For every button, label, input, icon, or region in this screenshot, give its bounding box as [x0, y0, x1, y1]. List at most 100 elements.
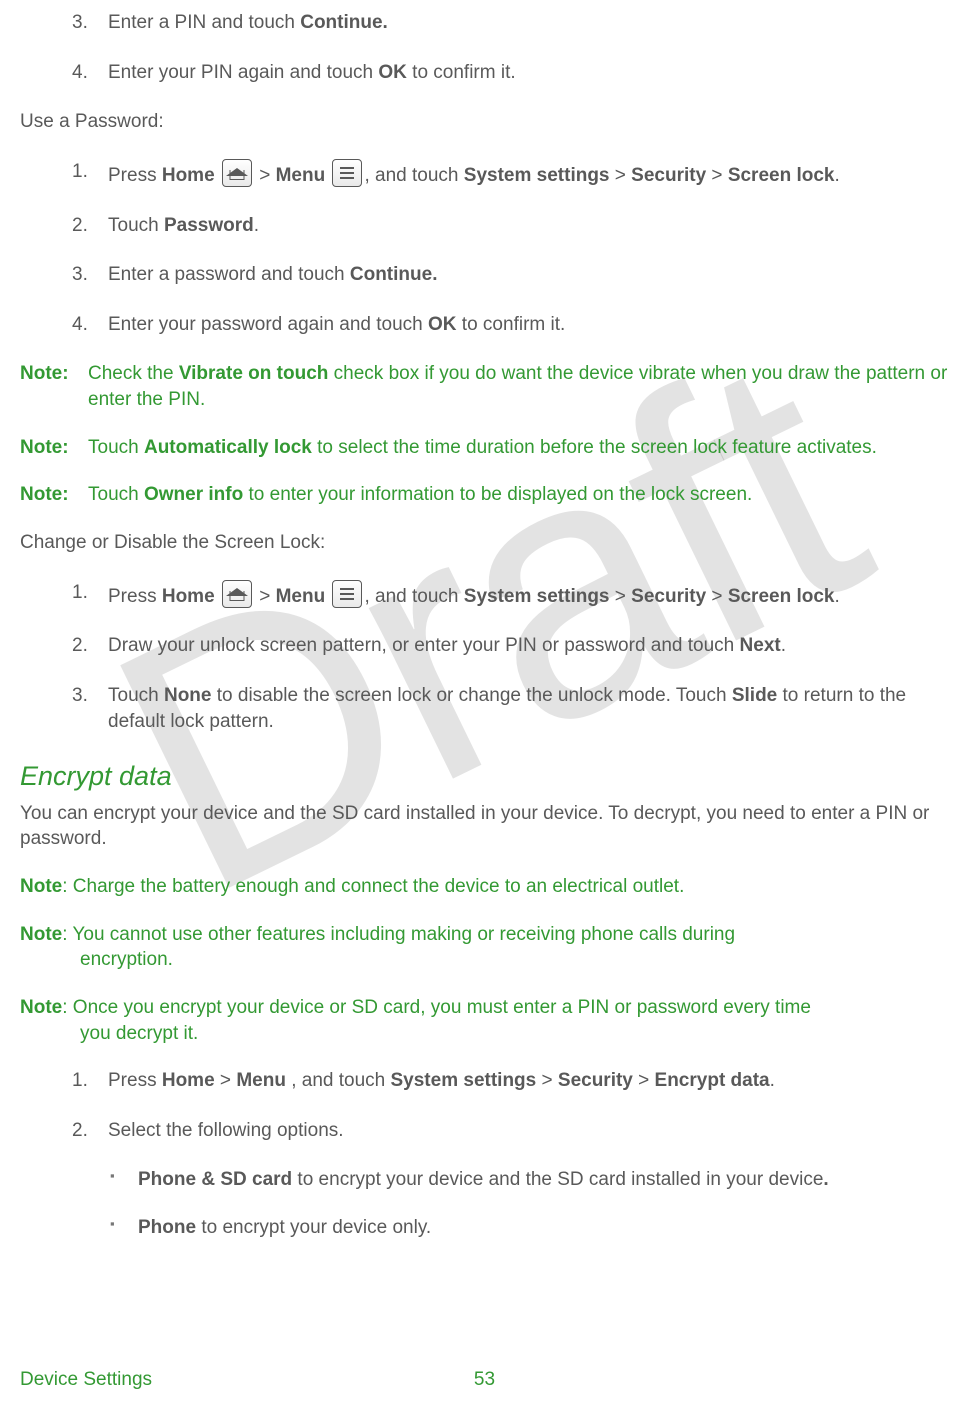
text: you decrypt it.	[20, 1021, 949, 1047]
bold-text: Vibrate on touch	[179, 363, 329, 384]
pin-steps-continued: 3. Enter a PIN and touch Continue. 4. En…	[20, 10, 949, 85]
home-icon	[222, 580, 252, 608]
bold-text: Security	[631, 165, 706, 186]
step-number: 4.	[72, 312, 88, 338]
text: Enter a password and touch	[108, 264, 350, 285]
text: to encrypt your device only.	[196, 1217, 431, 1238]
list-item: 3. Enter a password and touch Continue.	[72, 262, 949, 288]
step-number: 1.	[72, 159, 88, 185]
note: Note: Touch Owner info to enter your inf…	[20, 482, 949, 508]
text: >	[610, 586, 632, 607]
bold-text: System settings	[464, 586, 610, 607]
bold-text: Home	[162, 1070, 215, 1091]
step-number: 4.	[72, 60, 88, 86]
text: >	[536, 1070, 558, 1091]
text: .	[834, 165, 839, 186]
text: : You cannot use other features includin…	[62, 924, 735, 945]
text: Check the	[88, 363, 179, 384]
menu-icon	[332, 580, 362, 608]
text: to select the time duration before the s…	[312, 437, 877, 458]
list-item: 1. Press Home > Menu , and touch System …	[72, 580, 949, 610]
page-footer: Device Settings 53	[20, 1367, 949, 1393]
bold-text: Home	[162, 586, 215, 607]
text: >	[706, 165, 728, 186]
text: Enter a PIN and touch	[108, 12, 300, 33]
step-number: 3.	[72, 262, 88, 288]
text: Press	[108, 1070, 162, 1091]
change-steps: 1. Press Home > Menu , and touch System …	[20, 580, 949, 735]
text: encryption.	[20, 947, 949, 973]
step-number: 1.	[72, 1068, 88, 1094]
bold-text: None	[164, 685, 212, 706]
bold-text: Slide	[732, 685, 777, 706]
page-content: 3. Enter a PIN and touch Continue. 4. En…	[20, 10, 949, 1241]
text: Enter your password again and touch	[108, 314, 428, 335]
text: to encrypt your device and the SD card i…	[292, 1169, 823, 1190]
encrypt-steps: 1. Press Home > Menu , and touch System …	[20, 1068, 949, 1143]
note-body: Check the Vibrate on touch check box if …	[84, 361, 949, 412]
bold-text: Security	[631, 586, 706, 607]
note-label: Note	[20, 997, 62, 1018]
text: , and touch	[364, 165, 463, 186]
note: Note: Check the Vibrate on touch check b…	[20, 361, 949, 412]
text: Touch	[88, 484, 144, 505]
text: to confirm it.	[457, 314, 566, 335]
bold-text: OK	[428, 314, 457, 335]
password-steps: 1. Press Home > Menu , and touch System …	[20, 159, 949, 338]
list-item: 3. Touch None to disable the screen lock…	[72, 683, 949, 734]
footer-page-number: 53	[474, 1367, 495, 1393]
list-item: Phone & SD card to encrypt your device a…	[110, 1167, 949, 1193]
bold-text: Menu	[236, 1070, 286, 1091]
bold-text: Security	[558, 1070, 633, 1091]
note: Note: Charge the battery enough and conn…	[20, 874, 949, 900]
bold-text: Menu	[276, 586, 326, 607]
list-item: 4. Enter your PIN again and touch OK to …	[72, 60, 949, 86]
note-label: Note:	[20, 482, 84, 508]
menu-icon	[332, 159, 362, 187]
text: Touch	[88, 437, 144, 458]
bold-text: .	[823, 1169, 828, 1190]
list-item: 2. Draw your unlock screen pattern, or e…	[72, 633, 949, 659]
text: to confirm it.	[407, 62, 516, 83]
note-label: Note	[20, 876, 62, 897]
text: : Once you encrypt your device or SD car…	[62, 997, 811, 1018]
note: Note: Once you encrypt your device or SD…	[20, 995, 949, 1046]
list-item: Phone to encrypt your device only.	[110, 1215, 949, 1241]
bold-text: System settings	[464, 165, 610, 186]
step-number: 2.	[72, 213, 88, 239]
text: Enter your PIN again and touch	[108, 62, 378, 83]
text: .	[834, 586, 839, 607]
bold-text: Encrypt data	[655, 1070, 770, 1091]
text: .	[770, 1070, 775, 1091]
paragraph: You can encrypt your device and the SD c…	[20, 801, 949, 852]
list-item: 2. Select the following options.	[72, 1118, 949, 1144]
text: Touch	[108, 215, 164, 236]
note-label: Note	[20, 924, 62, 945]
text: Touch	[108, 685, 164, 706]
text: Press	[108, 165, 162, 186]
list-item: 1. Press Home > Menu , and touch System …	[72, 159, 949, 189]
text: Select the following options.	[108, 1120, 344, 1141]
text: Draw your unlock screen pattern, or ente…	[108, 635, 740, 656]
section-heading: Encrypt data	[20, 758, 949, 794]
note: Note: Touch Automatically lock to select…	[20, 435, 949, 461]
text: , and touch	[286, 1070, 391, 1091]
text: >	[610, 165, 632, 186]
step-number: 1.	[72, 580, 88, 606]
text: >	[259, 586, 275, 607]
step-number: 3.	[72, 683, 88, 709]
note-body: Touch Owner info to enter your informati…	[84, 482, 949, 508]
note-label: Note:	[20, 361, 84, 412]
text: to disable the screen lock or change the…	[211, 685, 731, 706]
text: Press	[108, 586, 162, 607]
bold-text: Home	[162, 165, 215, 186]
footer-title: Device Settings	[20, 1367, 152, 1393]
text: to enter your information to be displaye…	[243, 484, 752, 505]
bold-text: Next	[740, 635, 781, 656]
home-icon	[222, 159, 252, 187]
text: .	[781, 635, 786, 656]
bold-text: Screen lock	[728, 586, 835, 607]
list-item: 1. Press Home > Menu , and touch System …	[72, 1068, 949, 1094]
text: .	[254, 215, 259, 236]
bold-text: Phone & SD card	[138, 1169, 292, 1190]
